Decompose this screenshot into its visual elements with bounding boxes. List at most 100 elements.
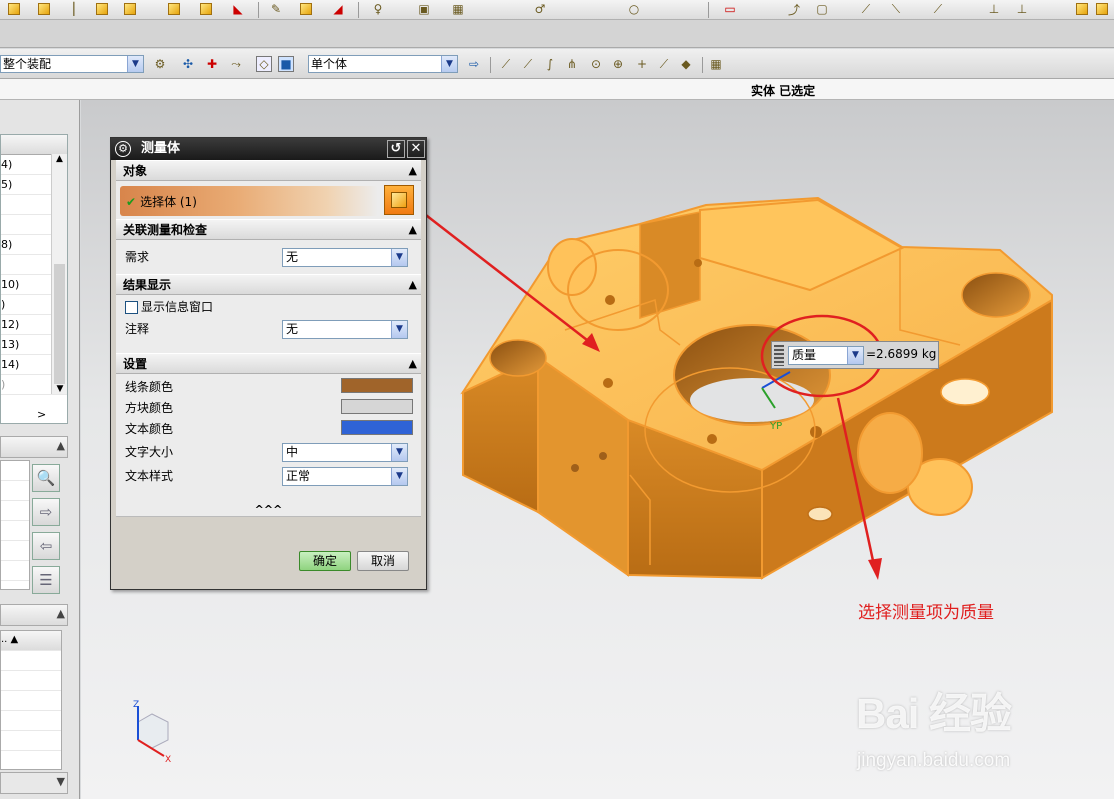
part-cube-icon[interactable] <box>8 3 20 15</box>
bulb-icon[interactable]: ♀ <box>370 1 386 17</box>
section-measure-header[interactable]: 关联测量和检查 ▲ <box>116 219 421 240</box>
collapse-icon[interactable]: ▲ <box>57 439 65 452</box>
select-face-icon[interactable]: ◇ <box>256 56 272 72</box>
wrench-icon[interactable]: ✎ <box>268 1 284 17</box>
snap-mid-icon[interactable]: ⟋ <box>520 56 536 72</box>
line-color-swatch[interactable] <box>341 378 413 393</box>
search-icon[interactable]: 🔍 <box>32 464 60 492</box>
cube-red2-icon[interactable]: ◢ <box>330 1 346 17</box>
chevron-down-icon[interactable]: ▼ <box>847 347 863 364</box>
snap-quadrant-icon[interactable]: ⊕ <box>610 56 626 72</box>
select-body-icon[interactable]: ■ <box>278 56 294 72</box>
section-title: 关联测量和检查 <box>123 223 208 237</box>
cube-small-icon[interactable] <box>200 3 212 15</box>
block-color-label: 方块颜色 <box>125 401 174 415</box>
plane-icon[interactable]: ▭ <box>722 1 738 17</box>
text-style-combo[interactable]: 正常 ▼ <box>282 467 408 486</box>
chevron-down-icon[interactable]: ▼ <box>391 249 407 266</box>
view-icon[interactable]: ▣ <box>416 1 432 17</box>
cube-edit-icon[interactable] <box>168 3 180 15</box>
section-settings-body: 线条颜色 方块颜色 文本颜色 文字大小 中 ▼ 文本样式 正常 ▼ <box>116 374 421 503</box>
more-options-toggle[interactable]: ^^^ <box>116 503 421 517</box>
snap-circle-icon[interactable]: ♂ <box>532 1 548 17</box>
grid-icon[interactable]: ▦ <box>708 56 724 72</box>
list-icon[interactable]: ☰ <box>32 566 60 594</box>
chevron-down-icon[interactable]: ▼ <box>127 56 143 72</box>
select-body-button[interactable] <box>384 185 414 215</box>
filter-combo[interactable]: 整个装配 ▼ <box>0 55 144 73</box>
snap-gray-icon[interactable]: ⤳ <box>228 56 244 72</box>
cube-icon[interactable] <box>96 3 108 15</box>
text-size-combo[interactable]: 中 ▼ <box>282 443 408 462</box>
type-combo[interactable]: 单个体 ▼ <box>308 55 458 73</box>
snap-on-face-icon[interactable]: ◆ <box>678 56 694 72</box>
ok-button[interactable]: 确定 <box>299 551 351 571</box>
chevron-down-icon[interactable]: ▼ <box>57 775 65 788</box>
close-icon[interactable]: ✕ <box>407 140 425 158</box>
select-body-row[interactable]: ✔ 选择体 (1) <box>116 181 421 219</box>
doc-icon[interactable]: ▏ <box>70 1 86 17</box>
cube-arrow-icon[interactable] <box>300 3 312 15</box>
line2-icon[interactable]: ⟍ <box>888 1 904 17</box>
section-settings-header[interactable]: 设置 ▲ <box>116 353 421 374</box>
snap-existing-icon[interactable]: + <box>634 56 650 72</box>
tree-scrollbar[interactable]: ▲ ▼ <box>51 154 67 394</box>
image-icon[interactable]: ▢ <box>814 1 830 17</box>
cube-group-icon[interactable] <box>124 3 136 15</box>
chevron-down-icon[interactable]: ▼ <box>391 321 407 338</box>
line-icon[interactable]: ⟋ <box>858 1 874 17</box>
cube-end2-icon[interactable] <box>1096 3 1108 15</box>
collapse-icon[interactable]: ▲ <box>409 220 417 240</box>
snap-on-curve-icon[interactable]: ⟋ <box>656 56 672 72</box>
cube-end-icon[interactable] <box>1076 3 1088 15</box>
block-color-swatch[interactable] <box>341 399 413 414</box>
section-object-header[interactable]: 对象 ▲ <box>116 160 421 181</box>
type-combo-value: 单个体 <box>311 57 348 71</box>
snap-red-icon[interactable]: ✚ <box>204 56 220 72</box>
measure-label[interactable]: 质量 ▼ =2.6899 kg <box>771 341 939 369</box>
arrow-icon[interactable]: ⤴ <box>786 1 802 17</box>
snap-end-icon[interactable]: ⟋ <box>498 56 514 72</box>
cube-icon <box>391 192 407 208</box>
annotation-combo[interactable]: 无 ▼ <box>282 320 408 339</box>
measure-type-combo[interactable]: 质量 ▼ <box>788 346 864 365</box>
panel-section-header-2[interactable]: ▲ <box>0 604 68 626</box>
dialog-title-bar[interactable]: ⚙ 测量体 ↺ ✕ <box>111 138 426 160</box>
arrow-right-icon[interactable]: ⇨ <box>32 498 60 526</box>
section-results-header[interactable]: 结果显示 ▲ <box>116 274 421 295</box>
panel-section-header[interactable]: ▲ <box>0 436 68 458</box>
chevron-down-icon[interactable]: ▼ <box>391 444 407 461</box>
axis3-icon[interactable]: ⊥ <box>1014 1 1030 17</box>
reset-icon[interactable]: ↺ <box>387 140 405 158</box>
panel-bottom-bar[interactable]: ▼ <box>0 772 68 794</box>
measure-value: =2.6899 kg <box>866 347 937 361</box>
chevron-down-icon[interactable]: ▼ <box>441 56 457 72</box>
collapse-icon[interactable]: ▲ <box>57 607 65 620</box>
snap-icon[interactable]: ▦ <box>450 1 466 17</box>
filter-combo-value: 整个装配 <box>3 57 52 71</box>
scroll-right-arrow[interactable]: > <box>37 408 46 421</box>
axis-icon[interactable]: ⟋ <box>930 1 946 17</box>
assembly-icon[interactable] <box>38 3 50 15</box>
drag-handle-icon[interactable] <box>774 345 784 366</box>
snap-intersect-icon[interactable]: ⋔ <box>564 56 580 72</box>
collapse-icon[interactable]: ▲ <box>409 275 417 295</box>
snap-center-icon[interactable]: ⊙ <box>588 56 604 72</box>
snap-control-icon[interactable]: ∫ <box>542 56 558 72</box>
filter-settings-icon[interactable]: ⚙ <box>152 56 168 72</box>
axis2-icon[interactable]: ⊥ <box>986 1 1002 17</box>
text-color-swatch[interactable] <box>341 420 413 435</box>
collapse-icon[interactable]: ▲ <box>409 354 417 374</box>
cancel-button[interactable]: 取消 <box>357 551 409 571</box>
snap-point-icon[interactable]: ✣ <box>180 56 196 72</box>
chevron-down-icon[interactable]: ▼ <box>391 468 407 485</box>
annotation-label: 注释 <box>125 322 150 336</box>
show-info-checkbox[interactable] <box>125 301 138 314</box>
requirement-combo[interactable]: 无 ▼ <box>282 248 408 267</box>
collapse-icon[interactable]: ▲ <box>409 161 417 181</box>
arrow-left-icon[interactable]: ⇦ <box>32 532 60 560</box>
arrow-right-icon[interactable]: ⇨ <box>466 56 482 72</box>
circle-icon[interactable]: ○ <box>626 1 642 17</box>
cube-red-icon[interactable]: ◣ <box>230 1 246 17</box>
gear-icon[interactable]: ⚙ <box>115 141 131 157</box>
